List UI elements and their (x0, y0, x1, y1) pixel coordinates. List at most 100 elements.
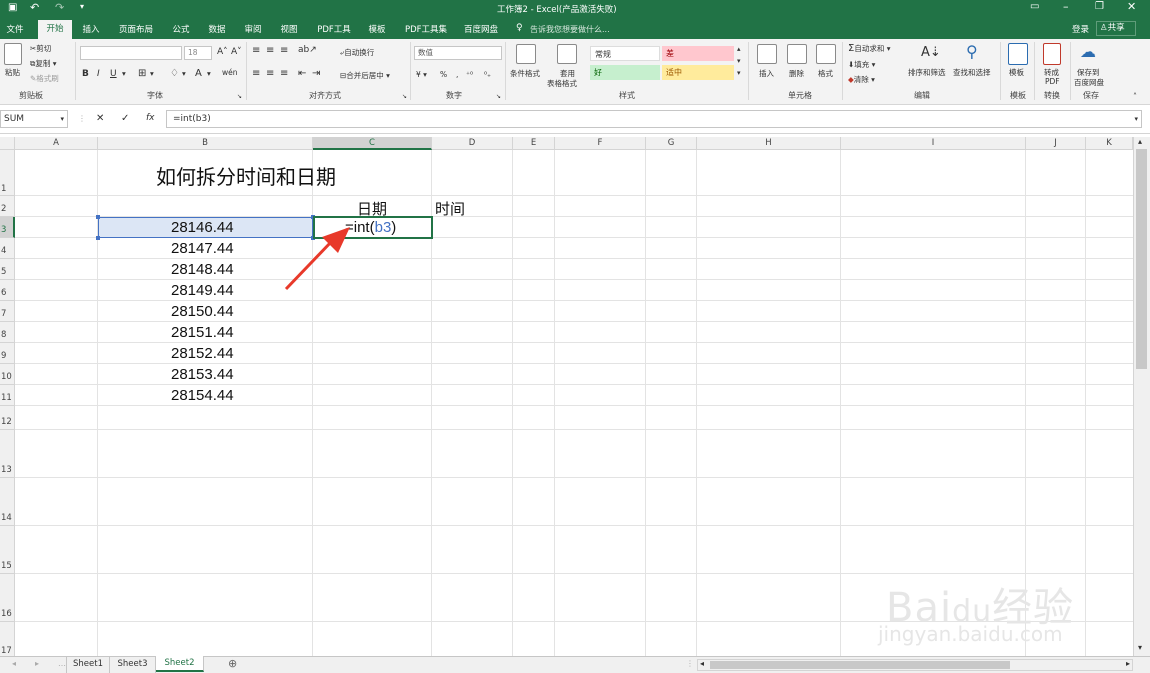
increase-indent-icon[interactable]: ⇥ (312, 68, 320, 79)
select-all-corner[interactable] (0, 137, 15, 150)
tab-formulas[interactable]: 公式 (168, 21, 194, 39)
style-good[interactable]: 好 (590, 65, 660, 80)
ribbon-display-icon[interactable]: ▭ (1030, 1, 1039, 12)
row-header-17[interactable]: 17 (0, 622, 15, 656)
conditional-format-icon[interactable] (516, 44, 536, 64)
percent-button[interactable]: % (440, 70, 447, 79)
row-header-9[interactable]: 9 (0, 343, 15, 364)
delete-cells-label[interactable]: 删除 (789, 68, 804, 79)
tab-page-layout[interactable]: 页面布局 (115, 21, 157, 39)
expand-formula-icon[interactable]: ▾ (1134, 111, 1138, 127)
align-center-icon[interactable]: ≡ (266, 68, 274, 79)
tell-me-box[interactable]: 告诉我您想要做什么... (530, 24, 610, 35)
tab-pdf-tools[interactable]: PDF工具 (312, 21, 356, 39)
undo-icon[interactable]: ↶ (30, 1, 39, 14)
paste-label[interactable]: 粘贴 (5, 67, 20, 78)
tab-pdf-toolset[interactable]: PDF工具集 (400, 21, 452, 39)
decrease-indent-icon[interactable]: ⇤ (298, 68, 306, 79)
value-cell-b9[interactable]: 28152.44 (171, 345, 234, 362)
sort-filter-icon[interactable]: A⇣ (921, 45, 941, 60)
font-color-icon[interactable]: A (195, 68, 202, 79)
col-header-g[interactable]: G (646, 137, 697, 150)
fill-color-icon[interactable]: ♢ (170, 68, 179, 79)
col-header-j[interactable]: J (1026, 137, 1086, 150)
row-header-7[interactable]: 7 (0, 301, 15, 322)
shrink-font-icon[interactable]: A˅ (231, 47, 242, 57)
orientation-icon[interactable]: ab↗ (298, 45, 317, 55)
tab-home[interactable]: 开始 (38, 20, 72, 39)
cancel-icon[interactable]: ✕ (96, 113, 104, 124)
prev-sheet-icon[interactable]: ◂ (12, 659, 16, 668)
format-cells-label[interactable]: 格式 (818, 68, 833, 79)
row-header-14[interactable]: 14 (0, 478, 15, 526)
value-cell-b11[interactable]: 28154.44 (171, 387, 234, 404)
row-header-16[interactable]: 16 (0, 574, 15, 622)
template-icon[interactable] (1008, 43, 1028, 65)
col-header-c[interactable]: C (313, 137, 432, 150)
maximize-icon[interactable]: ❐ (1095, 1, 1104, 12)
row-header-4[interactable]: 4 (0, 238, 15, 259)
header-time-cell[interactable]: 时间 (435, 198, 465, 219)
font-color-dropdown-icon[interactable]: ▾ (207, 69, 211, 78)
formula-input[interactable]: =int(b3) ▾ (166, 110, 1142, 128)
cut-button[interactable]: ✂剪切 (30, 43, 51, 54)
tab-data[interactable]: 数据 (204, 21, 230, 39)
value-cell-b10[interactable]: 28153.44 (171, 366, 234, 383)
convert-label2[interactable]: PDF (1045, 77, 1060, 86)
currency-icon[interactable]: ¥ ▾ (416, 70, 427, 79)
enter-icon[interactable]: ✓ (121, 113, 129, 124)
underline-icon[interactable]: U (110, 69, 117, 79)
sheet-tab-sheet1[interactable]: Sheet1 (66, 657, 110, 673)
col-header-i[interactable]: I (841, 137, 1026, 150)
login-link[interactable]: 登录 (1072, 23, 1089, 35)
merge-center-button[interactable]: ⊟合并后居中 ▾ (340, 70, 390, 81)
minimize-icon[interactable]: – (1063, 0, 1069, 13)
value-cell-b7[interactable]: 28150.44 (171, 303, 234, 320)
fill-dropdown-icon[interactable]: ▾ (182, 69, 186, 78)
tabs-more-icon[interactable]: … (58, 659, 66, 668)
pdf-icon[interactable] (1043, 43, 1061, 65)
value-cell-b8[interactable]: 28151.44 (171, 324, 234, 341)
style-bad[interactable]: 差 (662, 46, 734, 61)
align-right-icon[interactable]: ≡ (280, 68, 288, 79)
col-header-f[interactable]: F (555, 137, 646, 150)
align-top-icon[interactable]: ≡ (252, 45, 260, 56)
bold-icon[interactable]: B (82, 69, 89, 79)
scroll-thumb[interactable] (1136, 149, 1147, 369)
redo-icon[interactable]: ↷ (55, 1, 64, 14)
tab-template[interactable]: 模板 (364, 21, 390, 39)
row-header-12[interactable]: 12 (0, 406, 15, 430)
grow-font-icon[interactable]: A˄ (217, 47, 228, 57)
font-dialog-icon[interactable]: ↘ (237, 93, 242, 100)
share-button[interactable]: ♙共享 (1096, 21, 1136, 36)
value-cell-b3[interactable]: 28146.44 (171, 219, 234, 236)
conditional-format-label[interactable]: 条件格式 (510, 68, 540, 79)
underline-dropdown-icon[interactable]: ▾ (122, 69, 126, 78)
format-as-table-icon[interactable] (557, 44, 577, 64)
sheet-title-cell[interactable]: 如何拆分时间和日期 (156, 161, 336, 190)
italic-icon[interactable]: I (97, 69, 100, 79)
col-header-k[interactable]: K (1086, 137, 1133, 150)
sheet-tab-sheet3[interactable]: Sheet3 (110, 657, 156, 673)
style-normal[interactable]: 常规 (590, 46, 660, 61)
autosum-button[interactable]: Σ自动求和 ▾ (848, 43, 890, 54)
fill-button[interactable]: ⬇填充 ▾ (848, 59, 875, 70)
value-cell-b6[interactable]: 28149.44 (171, 282, 234, 299)
next-sheet-icon[interactable]: ▸ (35, 659, 39, 668)
save-icon[interactable]: ▣ (8, 2, 17, 13)
tab-file[interactable]: 文件 (2, 21, 28, 39)
number-format-box[interactable]: 数值 (414, 46, 502, 60)
row-header-1[interactable]: 1 (0, 150, 15, 196)
comma-icon[interactable]: , (456, 70, 458, 79)
phonetic-icon[interactable]: wén (222, 68, 238, 77)
col-header-d[interactable]: D (432, 137, 513, 150)
row-header-15[interactable]: 15 (0, 526, 15, 574)
row-header-11[interactable]: 11 (0, 385, 15, 406)
alignment-dialog-icon[interactable]: ↘ (402, 93, 407, 100)
worksheet-grid[interactable]: A B C D E F G H I J K 1 2 3 4 5 6 7 8 9 … (0, 137, 1133, 656)
align-bottom-icon[interactable]: ≡ (280, 45, 288, 56)
customize-icon[interactable]: ▾ (80, 2, 84, 11)
collapse-ribbon-icon[interactable]: ˄ (1133, 92, 1137, 101)
decrease-decimal-icon[interactable]: ⁰₊ (484, 70, 491, 79)
range-handle[interactable] (96, 215, 100, 219)
